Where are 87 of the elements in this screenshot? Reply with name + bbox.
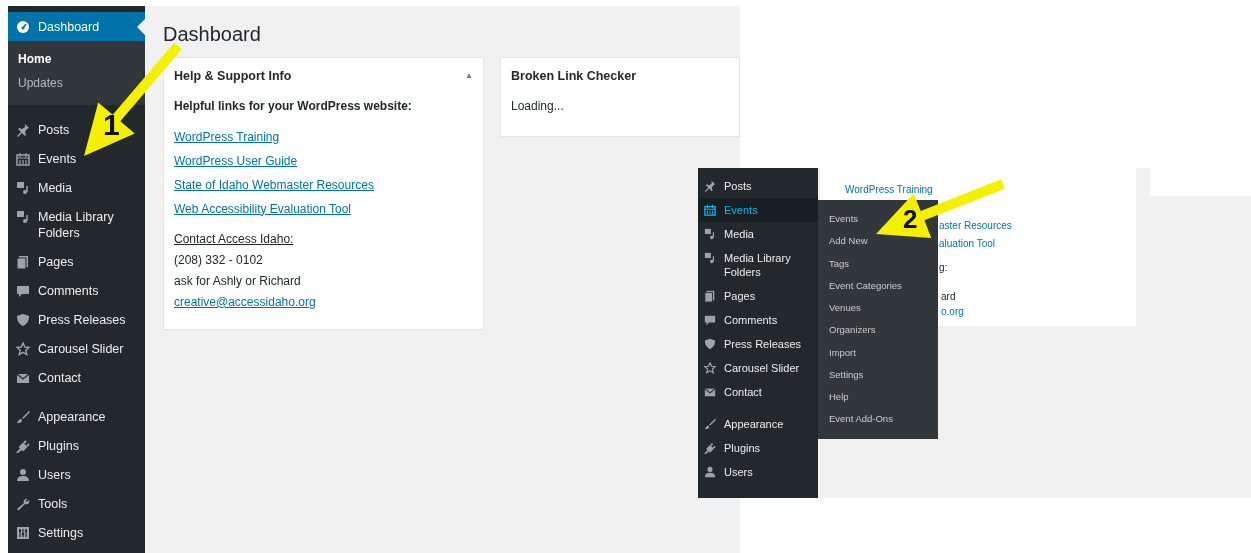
shield-icon <box>16 312 30 327</box>
media-icon <box>704 252 716 264</box>
menu-item[interactable]: Comments <box>8 276 107 305</box>
flyout-item[interactable]: Event Add-Ons <box>818 408 904 431</box>
submenu-item[interactable]: Home <box>8 47 62 71</box>
link[interactable]: State of Idaho Webmaster Resources <box>174 175 473 194</box>
sliders-icon <box>16 525 30 540</box>
star-icon <box>16 341 30 356</box>
menu-item[interactable]: Plugins <box>8 431 87 460</box>
menu-item[interactable]: Media <box>8 173 81 202</box>
loading-text: Loading... <box>511 97 565 115</box>
intro-text: Helpful links for your WordPress website: <box>174 97 413 115</box>
submenu-item[interactable]: Updates <box>8 71 73 95</box>
media-icon <box>704 228 716 240</box>
pin-icon <box>16 122 30 137</box>
link[interactable]: WordPress User Guide <box>174 151 473 170</box>
brush-icon <box>704 418 716 430</box>
flyout-item[interactable]: Import <box>818 341 867 364</box>
gauge-icon <box>16 19 30 34</box>
menu-item[interactable]: Media <box>698 222 760 246</box>
pages-icon <box>16 254 30 269</box>
menu-item[interactable]: Events <box>8 144 85 173</box>
widget-title: Help & Support Info <box>174 68 292 85</box>
menu-item[interactable]: Appearance <box>8 402 114 431</box>
plug-icon <box>16 438 30 453</box>
menu-item[interactable]: Posts <box>698 174 758 198</box>
menu-item[interactable]: Press Releases <box>8 305 134 334</box>
menu-item[interactable]: Contact <box>8 363 90 392</box>
menu-item[interactable]: Tools <box>8 489 76 518</box>
calendar-icon <box>16 151 30 166</box>
menu-item[interactable]: Appearance <box>698 412 790 436</box>
menu-item[interactable]: Pages <box>698 284 762 308</box>
widget-title: Broken Link Checker <box>511 68 637 85</box>
menu-item[interactable]: Users <box>698 460 759 484</box>
media-icon <box>16 209 30 224</box>
flyout-item[interactable]: Settings <box>818 363 875 386</box>
pin-icon <box>704 180 716 192</box>
email-link[interactable]: creative@accessidaho.org <box>174 292 473 311</box>
media-icon <box>16 180 30 195</box>
menu-item[interactable]: Media Library Folders <box>698 246 818 284</box>
menu-item[interactable]: Press Releases <box>698 332 808 356</box>
collapse-toggle[interactable]: ▲ <box>465 70 473 83</box>
star-icon <box>704 362 716 374</box>
link[interactable]: WordPress Training <box>845 182 933 197</box>
annotation-number: 2 <box>903 206 918 232</box>
widget-text: g: <box>939 261 948 275</box>
speech-bubble-icon <box>16 283 30 298</box>
contact-text: (208) 332 - 0102 <box>174 251 264 269</box>
flyout-item[interactable]: Help <box>818 386 860 409</box>
menu-item[interactable]: Plugins <box>698 436 767 460</box>
plug-icon <box>704 442 716 454</box>
menu-item[interactable]: Pages <box>8 247 82 276</box>
speech-bubble-icon <box>704 314 716 326</box>
menu-item[interactable]: Users <box>8 460 79 489</box>
user-icon <box>16 467 30 482</box>
calendar-icon <box>704 204 716 216</box>
menu-item[interactable]: Media Library Folders <box>8 202 145 247</box>
menu-item[interactable]: Contact <box>698 380 768 404</box>
user-icon <box>704 466 716 478</box>
link[interactable]: WordPress Training <box>174 127 473 146</box>
brush-icon <box>16 409 30 424</box>
contact-heading: Contact Access Idaho: <box>174 230 295 248</box>
link[interactable]: Web Accessibility Evaluation Tool <box>174 199 473 218</box>
link[interactable]: o.org <box>941 304 964 319</box>
envelope-icon <box>704 386 716 398</box>
menu-item[interactable]: Carousel Slider <box>698 356 806 380</box>
widget-text: ard <box>941 290 956 304</box>
flyout-item[interactable]: Add New <box>818 230 879 253</box>
menu-item[interactable]: Comments <box>698 308 784 332</box>
flyout-item[interactable]: Events <box>818 208 870 231</box>
menu-item[interactable]: Carousel Slider <box>8 334 132 363</box>
flyout-item[interactable]: Organizers <box>818 319 887 342</box>
menu-item[interactable]: Dashboard <box>8 12 145 41</box>
shield-icon <box>704 338 716 350</box>
link[interactable]: aster Resources <box>939 218 1012 233</box>
pages-icon <box>704 290 716 302</box>
contact-text: ask for Ashly or Richard <box>174 272 302 290</box>
wrench-icon <box>16 496 30 511</box>
flyout-item[interactable]: Venues <box>818 297 872 320</box>
menu-item[interactable]: Events <box>698 198 818 222</box>
flyout-item[interactable]: Tags <box>818 252 861 275</box>
flyout-item[interactable]: Event Categories <box>818 274 913 297</box>
annotation-number: 1 <box>103 110 120 140</box>
menu-item[interactable]: Posts <box>8 115 78 144</box>
menu-item[interactable]: Settings <box>8 518 92 547</box>
link[interactable]: aluation Tool <box>939 236 995 251</box>
page-title: Dashboard <box>163 22 262 46</box>
